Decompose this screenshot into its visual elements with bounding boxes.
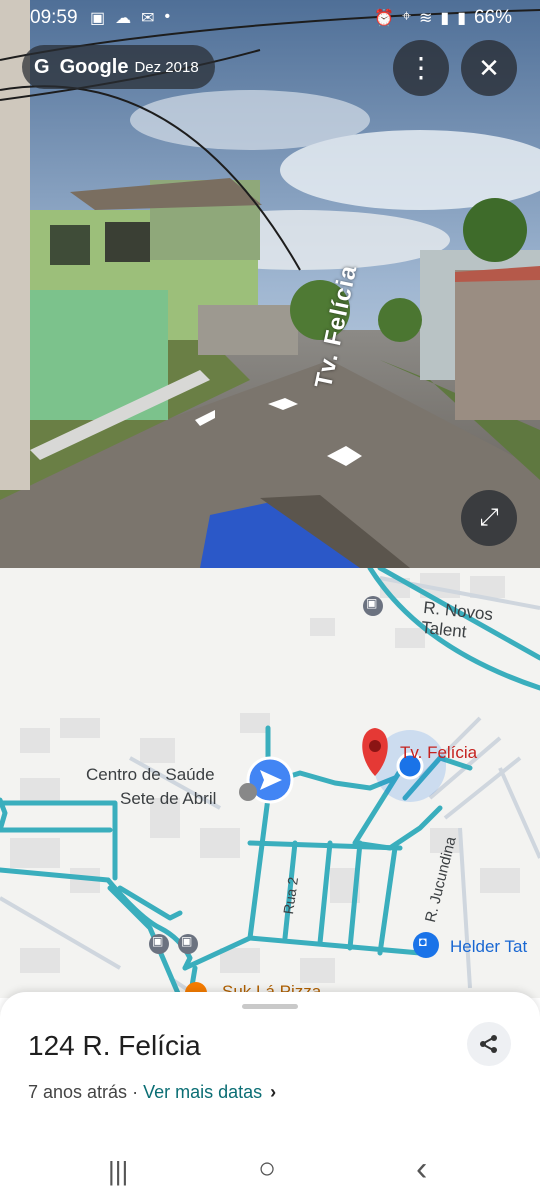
location-icon: ⌖: [401, 8, 411, 25]
more-options-button[interactable]: ⋮: [393, 40, 449, 96]
capture-age: 7 anos atrás: [28, 1082, 128, 1102]
cloud-icon: ☁: [115, 10, 132, 27]
capture-age-row: 7 anos atrás · Ver mais datas ›: [28, 1082, 276, 1103]
home-icon[interactable]: ○: [258, 1152, 276, 1186]
drag-handle[interactable]: [242, 1004, 298, 1009]
signal-icon: ▮: [440, 10, 450, 27]
close-icon: ✕: [478, 52, 500, 83]
more-dates-link[interactable]: Ver mais datas: [143, 1082, 262, 1102]
bus-stop-icon[interactable]: ▣: [181, 934, 192, 948]
status-bar: 09:59 ▣ ☁ ✉ • ⏰ ⌖ ≋ ▮ ▮ 66%: [0, 0, 540, 36]
dot-icon: •: [164, 8, 171, 25]
alarm-icon: ⏰: [374, 10, 394, 27]
bus-stop-icon[interactable]: ▣: [152, 934, 163, 948]
wifi-icon: ≋: [418, 10, 433, 27]
chevron-right-icon[interactable]: ›: [270, 1082, 276, 1102]
share-button[interactable]: [467, 1022, 511, 1066]
street-view-attribution-chip[interactable]: G Google Dez 2018: [22, 45, 215, 89]
bus-stop-icon[interactable]: ▣: [366, 596, 377, 610]
more-vert-icon: ⋮: [407, 52, 435, 83]
google-logo-icon: G: [34, 55, 50, 78]
current-location-icon: [398, 754, 422, 778]
chat-icon: ✉: [141, 10, 155, 27]
map-label-centro-saude-line1[interactable]: Centro de Saúde: [86, 765, 215, 785]
separator: ·: [127, 1082, 144, 1102]
expand-button[interactable]: ⤢: [461, 490, 517, 546]
image-icon: ▣: [90, 10, 106, 27]
brand-label: Google: [59, 55, 129, 78]
location-pin-icon[interactable]: [360, 726, 390, 776]
navigation-arrow-icon[interactable]: [248, 758, 292, 802]
map-label-helder[interactable]: Helder Tat: [450, 937, 527, 957]
system-nav-bar: ||| ○ ‹: [0, 1150, 540, 1204]
map-label-centro-saude-line2[interactable]: Sete de Abril: [120, 789, 216, 809]
address-title: 124 R. Felícia: [28, 1030, 201, 1061]
back-icon[interactable]: ‹: [416, 1150, 427, 1189]
status-time: 09:59: [30, 7, 78, 28]
map-view[interactable]: R. Novos Talent Tv. Felícia Centro de Sa…: [0, 568, 540, 998]
close-button[interactable]: ✕: [461, 40, 517, 96]
expand-icon: ⤢: [479, 504, 499, 531]
battery-level: 66%: [473, 7, 512, 28]
recent-apps-icon[interactable]: |||: [108, 1156, 128, 1187]
signal-icon: ▮: [457, 10, 466, 27]
capture-date: Dez 2018: [134, 58, 199, 76]
lock-icon: ◘: [419, 934, 427, 949]
share-icon: [480, 1035, 497, 1053]
